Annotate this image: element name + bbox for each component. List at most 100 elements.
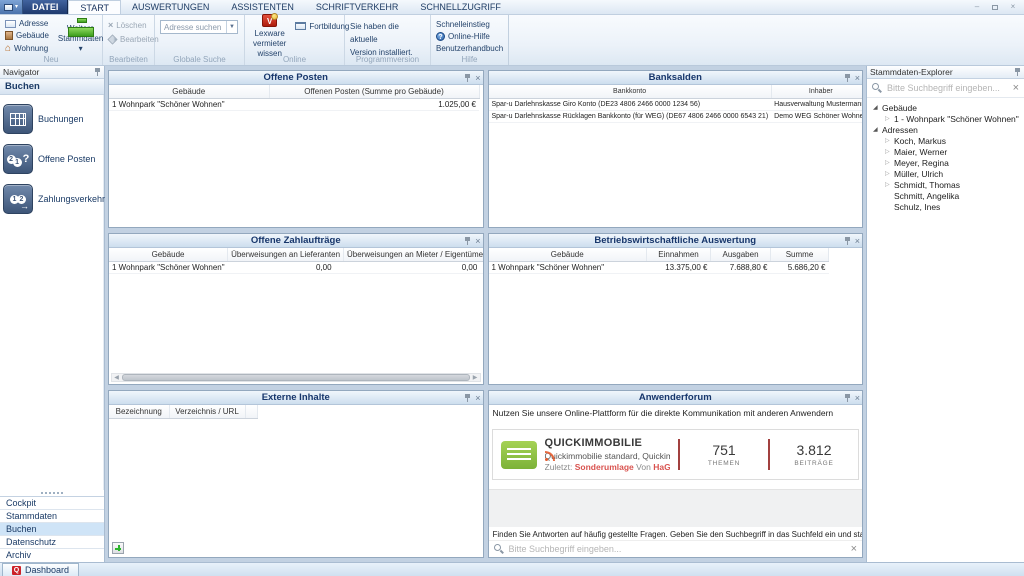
close-icon[interactable]: × <box>855 74 860 83</box>
column-header[interactable] <box>245 405 257 418</box>
schnelleinstieg-button[interactable]: Schnelleinstieg <box>436 19 503 30</box>
sidebar-item-stammdaten[interactable]: Stammdaten <box>0 510 104 523</box>
sidebar-item-cockpit[interactable]: Cockpit <box>0 497 104 510</box>
sidebar-item-archiv[interactable]: Archiv <box>0 549 104 562</box>
column-header[interactable]: Verzeichnis / URL <box>169 405 245 418</box>
tree-item[interactable]: Schmitt, Angelika <box>869 190 1022 201</box>
tree-item[interactable]: ▷Schmidt, Thomas <box>869 179 1022 190</box>
tree-collapsed-icon[interactable]: ▷ <box>885 116 894 122</box>
tab-datei[interactable]: DATEI <box>23 0 68 14</box>
chevron-down-icon[interactable]: ▼ <box>226 21 237 33</box>
restore-button[interactable] <box>988 2 1002 13</box>
pin-icon[interactable] <box>464 237 471 245</box>
scroll-right-arrow[interactable]: ▶ <box>471 375 480 381</box>
column-header[interactable]: Einnahmen <box>647 248 711 261</box>
forum-card[interactable]: QUICKIMMOBILIE Quickimmobilie standard, … <box>492 429 860 480</box>
table-row[interactable]: Spar-u Darlehnskasse Giro Konto (DE23 48… <box>489 98 863 110</box>
clear-search-icon[interactable]: × <box>851 544 857 555</box>
tree-item[interactable]: ▷Müller, Ulrich <box>869 168 1022 179</box>
app-menu-button[interactable]: ▾ <box>0 0 23 14</box>
tree-collapsed-icon[interactable]: ▷ <box>885 160 894 166</box>
scrollbar-thumb[interactable] <box>122 374 470 381</box>
panel-header[interactable]: Externe Inhalte × <box>109 391 483 405</box>
tree-collapsed-icon[interactable]: ▷ <box>885 138 894 144</box>
forum-search-input[interactable] <box>509 544 846 554</box>
tree-item[interactable]: ◢Adressen <box>869 124 1022 135</box>
close-icon[interactable]: × <box>475 237 480 246</box>
weitere-stammdaten-button[interactable]: Weitere Stammdaten ▾ <box>55 18 106 54</box>
tree-item[interactable]: ▷Koch, Markus <box>869 135 1022 146</box>
tree-collapsed-icon[interactable]: ▷ <box>885 149 894 155</box>
column-header[interactable]: Summe <box>771 248 829 261</box>
sidebar-item-datenschutz[interactable]: Datenschutz <box>0 536 104 549</box>
panel-header[interactable]: Offene Posten × <box>109 71 483 85</box>
column-header[interactable]: Bankkonto <box>489 85 772 98</box>
loeschen-button[interactable]: ×Löschen <box>108 19 159 31</box>
wohnung-button[interactable]: ⌂Wohnung <box>5 43 49 54</box>
table-row[interactable]: 1 Wohnpark "Schöner Wohnen"1.025,00 € <box>109 98 479 110</box>
adresse-suchen-combobox[interactable]: Adresse suchen ▼ <box>160 20 238 34</box>
minimize-button[interactable]: – <box>970 2 984 13</box>
dashboard-tab[interactable]: Q Dashboard <box>2 563 79 576</box>
close-icon[interactable]: × <box>855 394 860 403</box>
pin-icon[interactable] <box>844 74 851 82</box>
tree-item[interactable]: ▷1 - Wohnpark "Schöner Wohnen" <box>869 113 1022 124</box>
explorer-search-input[interactable] <box>887 83 1008 93</box>
last-topic-link[interactable]: Sonderumlage <box>575 462 634 472</box>
table-row[interactable]: 1 Wohnpark "Schöner Wohnen"0,000,00 <box>109 261 483 273</box>
online-hilfe-button[interactable]: ?Online-Hilfe <box>436 31 503 42</box>
column-header[interactable]: Gebäude <box>489 248 647 261</box>
column-header[interactable]: Gebäude <box>109 248 228 261</box>
panel-header[interactable]: Betriebswirtschaftliche Auswertung × <box>489 234 863 248</box>
table-row[interactable]: Spar-u Darlehnskasse Rücklagen Bankkonto… <box>489 110 863 122</box>
column-header[interactable]: Überweisungen an Mieter / Eigentümer <box>344 248 483 261</box>
pin-icon[interactable] <box>464 74 471 82</box>
column-header[interactable]: Inhaber <box>771 85 862 98</box>
pin-icon[interactable] <box>94 68 101 76</box>
pin-icon[interactable] <box>1014 68 1021 76</box>
navigator-item-buchungen[interactable]: Buchungen <box>3 104 100 134</box>
horizontal-scrollbar[interactable]: ◀ ▶ <box>111 373 481 382</box>
close-icon[interactable]: × <box>475 74 480 83</box>
tab-assistenten[interactable]: ASSISTENTEN <box>220 0 305 14</box>
tab-auswertungen[interactable]: AUSWERTUNGEN <box>121 0 220 14</box>
tree-collapsed-icon[interactable]: ▷ <box>885 182 894 188</box>
add-external-content-button[interactable] <box>112 542 124 554</box>
pin-icon[interactable] <box>844 394 851 402</box>
tree-item[interactable]: Schulz, Ines <box>869 201 1022 212</box>
tree-collapsed-icon[interactable]: ▷ <box>885 171 894 177</box>
fortbildung-button[interactable]: Fortbildung <box>295 20 349 32</box>
close-button[interactable]: × <box>1006 2 1020 13</box>
benutzerhandbuch-button[interactable]: Benutzerhandbuch <box>436 43 503 54</box>
lexware-vermieter-wissen-button[interactable]: V Lexware vermieter wissen <box>250 18 289 54</box>
tree-item[interactable]: ◢Gebäude <box>869 102 1022 113</box>
table-row[interactable]: 1 Wohnpark "Schöner Wohnen"13.375,00 €7.… <box>489 261 829 273</box>
tab-schriftverkehr[interactable]: SCHRIFTVERKEHR <box>305 0 410 14</box>
tree-expanded-icon[interactable]: ◢ <box>873 105 882 111</box>
adresse-button[interactable]: Adresse <box>5 18 49 29</box>
close-icon[interactable]: × <box>855 237 860 246</box>
clear-search-icon[interactable]: × <box>1013 83 1019 94</box>
close-icon[interactable]: × <box>475 394 480 403</box>
tree-item[interactable]: ▷Meyer, Regina <box>869 157 1022 168</box>
bearbeiten-button[interactable]: Bearbeiten <box>108 33 159 45</box>
panel-header[interactable]: Offene Zahlaufträge × <box>109 234 483 248</box>
scroll-left-arrow[interactable]: ◀ <box>112 375 121 381</box>
panel-header[interactable]: Banksalden × <box>489 71 863 85</box>
pin-icon[interactable] <box>464 394 471 402</box>
tree-expanded-icon[interactable]: ◢ <box>873 127 882 133</box>
tab-start[interactable]: START <box>68 0 121 14</box>
sidebar-item-buchen[interactable]: Buchen <box>0 523 104 536</box>
last-user-link[interactable]: HaGeHa, <box>653 462 670 472</box>
tree-item[interactable]: ▷Maier, Werner <box>869 146 1022 157</box>
column-header[interactable]: Bezeichnung <box>109 405 169 418</box>
column-header[interactable]: Überweisungen an Lieferanten <box>228 248 344 261</box>
tab-schnellzugriff[interactable]: SCHNELLZUGRIFF <box>409 0 512 14</box>
navigator-item-zahlungsverkehr[interactable]: 12→ Zahlungsverkehr <box>3 184 100 214</box>
column-header[interactable]: Offenen Posten (Summe pro Gebäude) <box>269 85 479 98</box>
column-header[interactable]: Ausgaben <box>711 248 771 261</box>
panel-header[interactable]: Anwenderforum × <box>489 391 863 405</box>
column-header[interactable]: Gebäude <box>109 85 269 98</box>
navigator-item-offene-posten[interactable]: 21? Offene Posten <box>3 144 100 174</box>
pin-icon[interactable] <box>844 237 851 245</box>
